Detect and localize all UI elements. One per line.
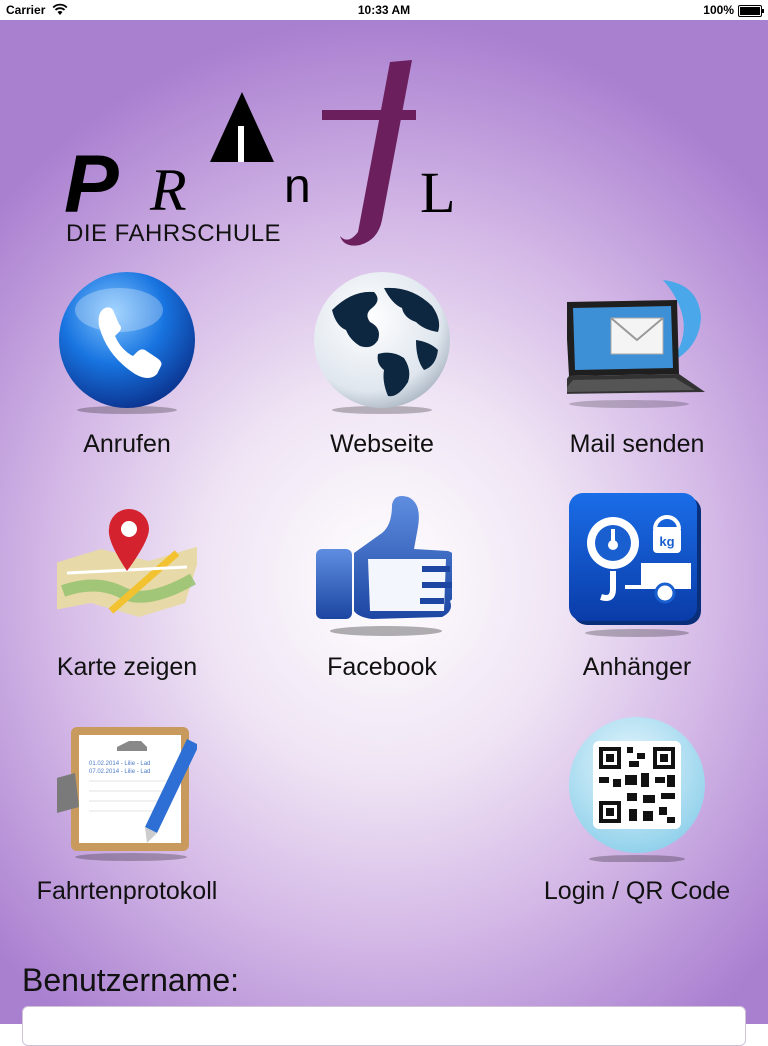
logo-letter-t-bar — [322, 110, 416, 120]
globe-icon — [312, 270, 452, 415]
status-bar: Carrier 10:33 AM 100% — [0, 0, 768, 20]
logo-letter-r: R — [149, 157, 187, 223]
tile-anrufen[interactable]: Anrufen — [27, 270, 227, 470]
tile-label-webseite: Webseite — [330, 430, 434, 458]
clipboard-line-2: 07.02.2014 - Lilie - Lad — [89, 769, 150, 775]
trailer-scale-icon: kg — [567, 493, 707, 638]
tile-label-karte-zeigen: Karte zeigen — [56, 653, 198, 681]
username-label: Benutzername: — [22, 962, 240, 998]
clipboard-line-1: 01.02.2014 - Lilie - Lad — [89, 761, 150, 767]
tile-login-qr-code[interactable]: Login / QR Code — [537, 717, 737, 917]
logo-tagline: DIE FAHRSCHULE — [66, 220, 282, 247]
phone-icon — [57, 270, 197, 415]
tile-facebook[interactable]: Facebook — [282, 493, 482, 693]
battery-icon — [738, 5, 764, 17]
map-pin-icon — [49, 493, 203, 638]
thumbs-up-icon — [312, 493, 459, 638]
logo-letter-t-stem — [340, 60, 412, 246]
tile-webseite[interactable]: Webseite — [282, 270, 482, 470]
clock: 10:33 AM — [357, 3, 411, 17]
logo-letter-p: P — [64, 139, 119, 230]
tile-karte-zeigen[interactable]: Karte zeigen — [27, 493, 227, 693]
tile-label-anrufen: Anrufen — [83, 430, 171, 458]
trailer-badge-text: kg — [659, 534, 674, 549]
clipboard-pen-icon: 01.02.2014 - Lilie - Lad 07.02.2014 - Li… — [53, 717, 199, 862]
laptop-mail-icon — [555, 270, 707, 415]
tile-label-mail-senden: Mail senden — [569, 430, 705, 458]
tile-anhaenger[interactable]: kg Anhänger — [537, 493, 737, 693]
tile-label-login-qr-code: Login / QR Code — [543, 877, 731, 905]
qr-code-icon — [567, 717, 707, 863]
logo-letter-l: L — [420, 160, 455, 225]
logo-letter-n: n — [284, 160, 311, 213]
tile-label-facebook: Facebook — [327, 653, 437, 681]
battery-percent: 100% — [703, 3, 734, 17]
tile-label-anhaenger: Anhänger — [582, 653, 692, 681]
tile-mail-senden[interactable]: Mail senden — [537, 270, 737, 470]
username-input[interactable] — [22, 1006, 746, 1046]
main-screen: P R n L DIE FAHRSCHULE Anrufen Webseite … — [0, 20, 768, 1024]
tile-label-fahrtenprotokoll: Fahrtenprotokoll — [36, 877, 218, 905]
tile-fahrtenprotokoll[interactable]: 01.02.2014 - Lilie - Lad 07.02.2014 - Li… — [27, 717, 227, 917]
logo: P R n L DIE FAHRSCHULE — [60, 40, 480, 260]
